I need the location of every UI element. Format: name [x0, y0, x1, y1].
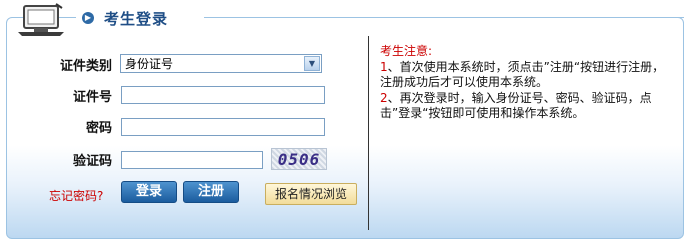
password-label: 密码	[85, 121, 112, 136]
chevron-down-icon[interactable]: ▼	[304, 56, 320, 71]
id-number-label: 证件号	[72, 90, 112, 105]
computer-icon	[18, 3, 64, 36]
arrow-bullet-icon: ▶	[82, 12, 94, 24]
captcha-image[interactable]: 0506	[271, 148, 327, 170]
id-number-input[interactable]	[121, 86, 325, 104]
notice-item: 1、首次使用本系统时，须点击”注册“按钮进行注册，注册成功后才可以使用本系统。	[380, 59, 665, 90]
notice-item: 2、再次登录时，输入身份证号、密码、验证码，点击”登录“按钮即可使用和操作本系统…	[380, 90, 652, 121]
password-input[interactable]	[121, 118, 325, 136]
notice-box: 考生注意: 1、首次使用本系统时，须点击”注册“按钮进行注册，注册成功后才可以使…	[380, 44, 670, 122]
header: ▶ 考生登录	[82, 8, 168, 28]
id-type-label: 证件类别	[59, 59, 112, 74]
id-type-select[interactable]: 身份证号 ▼	[120, 54, 322, 73]
register-button[interactable]: 注册	[183, 181, 239, 203]
id-type-value: 身份证号	[125, 57, 174, 71]
captcha-input[interactable]	[121, 151, 263, 169]
page-title: 考生登录	[104, 9, 169, 28]
login-button[interactable]: 登录	[121, 181, 177, 203]
browse-registration-button[interactable]: 报名情况浏览	[265, 183, 357, 205]
forgot-password-link[interactable]: 忘记密码?	[49, 187, 103, 204]
captcha-label: 验证码	[72, 154, 112, 169]
vertical-divider	[368, 36, 369, 230]
notice-title: 考生注意:	[380, 44, 433, 58]
